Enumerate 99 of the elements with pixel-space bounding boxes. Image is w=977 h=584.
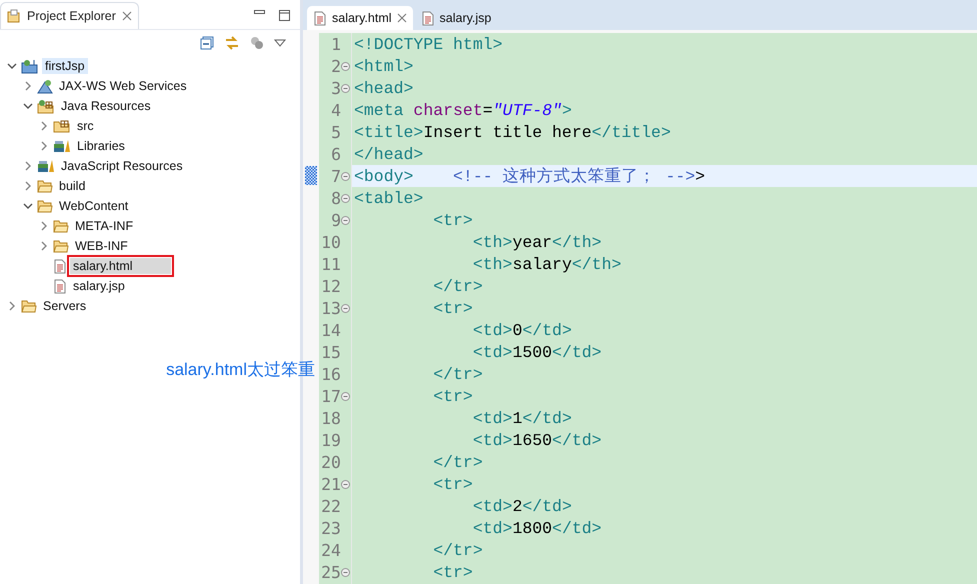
line-number: 22 [321,496,341,516]
tree-item[interactable]: Libraries [74,138,128,154]
line-number: 19 [321,430,341,450]
close-icon[interactable] [122,11,132,21]
line-number: 17 [321,386,341,406]
line-number: 1 [331,34,341,54]
code-line: <td>1800</td> [472,518,603,539]
fold-icon[interactable] [341,480,350,489]
code-line: <tr> [432,386,474,407]
fold-icon[interactable] [341,194,350,203]
line-number: 24 [321,540,341,560]
folder-icon [37,179,53,193]
editor-tab[interactable]: salary.jsp [414,6,498,30]
line-number: 21 [321,474,341,494]
code-line: <td>0</td> [472,320,573,341]
tree-item[interactable]: Servers [40,298,90,314]
line-number: 2 [331,56,341,76]
code-line: <td>1650</td> [472,430,603,451]
annotation-text: salary.html太过笨重 [166,359,315,381]
code-line: </head> [353,144,424,165]
line-number: 6 [331,144,341,164]
line-number: 25 [321,562,341,582]
link-editor-icon[interactable] [224,35,240,51]
line-number: 5 [331,122,341,142]
code-line: <td>1</td> [472,408,573,429]
code-line: <head> [353,78,414,99]
project-folder-icon [21,58,39,74]
line-number: 12 [321,276,341,296]
code-line: <tr> [432,474,474,495]
fold-icon[interactable] [341,62,350,71]
line-number: 15 [321,342,341,362]
line-number: 18 [321,408,341,428]
line-number: 11 [321,254,341,274]
line-number: 20 [321,452,341,472]
line-number: 23 [321,518,341,538]
tree-item[interactable]: META-INF [72,218,136,234]
file-icon [313,10,327,26]
code-line: <th>salary</th> [472,254,622,275]
fold-icon[interactable] [341,304,350,313]
code-line: <meta charset="UTF-8"> [353,100,573,121]
java-resources-icon [37,98,55,114]
code-line: <tr> [432,210,474,231]
file-icon [53,278,67,294]
tree-item[interactable]: JavaScript Resources [58,158,186,174]
fold-icon[interactable] [341,216,350,225]
tree-item[interactable]: JAX-WS Web Services [56,78,190,94]
tree-item[interactable]: WEB-INF [72,238,131,254]
code-line: <th>year</th> [472,232,603,253]
collapse-all-icon[interactable] [200,36,214,50]
fold-icon[interactable] [341,172,350,181]
tree-item[interactable]: salary.jsp [70,278,128,294]
maximize-icon[interactable] [279,10,290,21]
fold-icon[interactable] [341,392,350,401]
library-books-icon [37,159,55,173]
package-folder-icon [53,119,71,133]
code-line: </tr> [432,540,484,561]
file-icon [53,258,67,274]
tree-item[interactable]: Java Resources [58,98,154,114]
web-services-icon [37,78,53,94]
fold-icon[interactable] [341,568,350,577]
library-books-icon [53,139,71,153]
line-number: 4 [331,100,341,120]
code-line: </tr> [432,276,484,297]
code-line: </tr> [432,452,484,473]
explorer-icon [7,9,21,23]
minimize-icon[interactable] [254,10,265,14]
code-line: <tr> [432,562,474,583]
code-line: <html> [353,56,414,77]
line-number: 13 [321,298,341,318]
folder-icon [21,299,37,313]
folder-icon [53,219,69,233]
code-line: <tr> [432,298,474,319]
project-explorer-tab[interactable]: Project Explorer [0,2,139,29]
fold-icon[interactable] [341,84,350,93]
folder-icon [53,239,69,253]
line-number: 10 [321,232,341,252]
code-line: <table> [353,188,424,209]
folder-icon [37,199,53,213]
line-number: 8 [331,188,341,208]
filter-icon[interactable] [250,36,264,50]
tree-item[interactable]: firstJsp [42,58,88,74]
code-line: <title>Insert title here</title> [353,122,672,143]
code-line: <!DOCTYPE html> [353,34,504,55]
line-number: 7 [331,166,341,186]
line-number: 3 [331,78,341,98]
code-line: </tr> [432,364,484,385]
code-line: <td>1500</td> [472,342,603,363]
view-menu-icon[interactable] [274,39,286,47]
editor-tab[interactable]: salary.html [307,6,413,30]
tree-item[interactable]: src [74,118,97,134]
code-line: <td>2</td> [472,496,573,517]
line-number: 9 [331,210,341,230]
line-number: 14 [321,320,341,340]
close-icon[interactable] [396,13,407,23]
line-number: 16 [321,364,341,384]
tree-item[interactable]: salary.html [70,258,171,274]
tree-item[interactable]: build [56,178,88,194]
file-icon [420,10,435,26]
tree-item[interactable]: WebContent [56,198,132,214]
